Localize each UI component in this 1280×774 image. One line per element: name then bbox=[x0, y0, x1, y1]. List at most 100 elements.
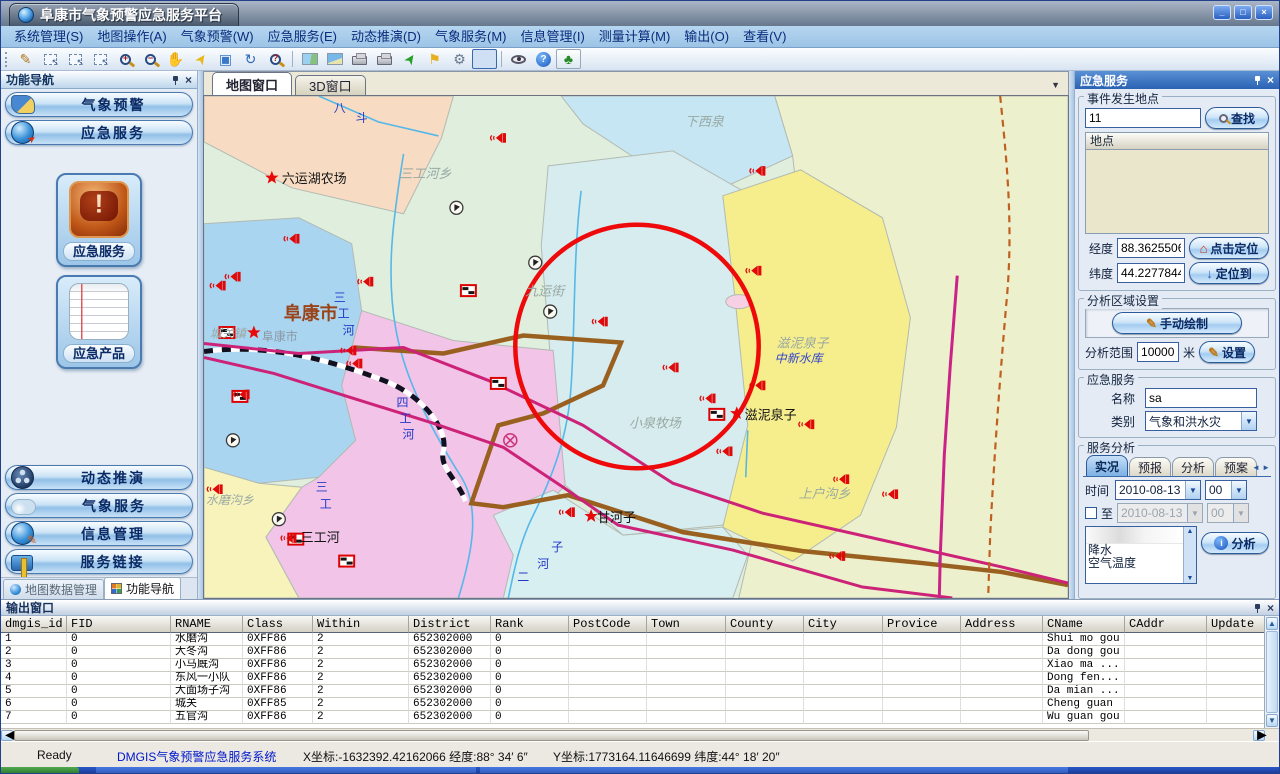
date-dropdown[interactable]: 2010-08-13▼ bbox=[1115, 480, 1201, 500]
toolbar-grip[interactable] bbox=[5, 52, 9, 67]
column-header[interactable]: PostCode bbox=[569, 616, 647, 633]
column-header[interactable]: Rank bbox=[491, 616, 569, 633]
search-button[interactable]: 查找 bbox=[1205, 107, 1269, 129]
column-header[interactable]: Within bbox=[313, 616, 409, 633]
column-header[interactable]: CAddr bbox=[1125, 616, 1207, 633]
horizontal-scrollbar[interactable]: ◄ ► bbox=[1, 728, 1279, 741]
menu-item-1[interactable]: 地图操作(A) bbox=[90, 26, 173, 48]
menu-item-0[interactable]: 系统管理(S) bbox=[7, 26, 90, 48]
menu-item-4[interactable]: 动态推演(D) bbox=[344, 26, 428, 48]
select-rectangle-icon[interactable] bbox=[63, 49, 88, 69]
map-export-icon[interactable] bbox=[322, 49, 347, 69]
north-arrow-icon[interactable]: ➤ bbox=[397, 49, 422, 69]
end-date-dropdown[interactable]: 2010-08-13▼ bbox=[1117, 503, 1203, 523]
restore-button[interactable]: □ bbox=[1234, 5, 1252, 20]
locate-to-button[interactable]: ↓定位到 bbox=[1189, 262, 1269, 284]
column-header[interactable]: Update bbox=[1207, 616, 1265, 633]
panel-tab-1[interactable]: 功能导航 bbox=[104, 577, 181, 599]
manual-draw-button[interactable]: ✎手动绘制 bbox=[1112, 312, 1242, 334]
nav-ws[interactable]: 气象服务 bbox=[5, 493, 193, 518]
close-icon[interactable]: × bbox=[185, 75, 192, 85]
identify-icon[interactable]: ? bbox=[263, 49, 288, 69]
pointer-icon[interactable]: ➤ bbox=[188, 49, 213, 69]
menu-item-7[interactable]: 测量计算(M) bbox=[592, 26, 678, 48]
table-row[interactable]: 30小马厩沟0XFF8626523020000Xiao ma ... bbox=[1, 659, 1264, 672]
menu-item-2[interactable]: 气象预警(W) bbox=[174, 26, 261, 48]
full-extent-icon[interactable]: ▣ bbox=[213, 49, 238, 69]
longitude-input[interactable] bbox=[1117, 238, 1185, 258]
zoom-out-icon[interactable]: − bbox=[138, 49, 163, 69]
latitude-input[interactable] bbox=[1117, 263, 1185, 283]
nav-dd[interactable]: 动态推演 bbox=[5, 465, 193, 490]
image-layers-icon[interactable] bbox=[297, 49, 322, 69]
chevron-down-icon[interactable]: ▼ bbox=[1185, 481, 1200, 499]
click-locate-button[interactable]: ⌂点击定位 bbox=[1189, 237, 1269, 259]
analyze-button[interactable]: i分析 bbox=[1201, 532, 1269, 554]
analysis-range-input[interactable] bbox=[1137, 342, 1179, 362]
column-header[interactable]: CName bbox=[1043, 616, 1125, 633]
measure-icon[interactable]: ✎ bbox=[13, 49, 38, 69]
location-keyword-input[interactable] bbox=[1085, 108, 1201, 128]
nav-ww[interactable]: 气象预警 bbox=[5, 92, 193, 117]
map-tab-0[interactable]: 地图窗口 bbox=[212, 72, 292, 95]
close-icon[interactable]: × bbox=[1267, 603, 1274, 613]
table-row[interactable]: 20大冬沟0XFF8626523020000Da dong gou bbox=[1, 646, 1264, 659]
nav-sl[interactable]: 服务链接 bbox=[5, 549, 193, 574]
close-button[interactable]: × bbox=[1255, 5, 1273, 20]
big-button-alert[interactable]: 应急服务 bbox=[56, 173, 142, 267]
big-button-product[interactable]: 应急产品 bbox=[56, 275, 142, 369]
analysis-tab-0[interactable]: 实况 bbox=[1086, 455, 1128, 476]
pin-icon[interactable] bbox=[1253, 603, 1263, 613]
map-tab-1[interactable]: 3D窗口 bbox=[295, 75, 366, 95]
set-range-button[interactable]: ✎设置 bbox=[1199, 341, 1255, 363]
table-row[interactable]: 50大面场子沟0XFF8626523020000Da mian ... bbox=[1, 685, 1264, 698]
chevron-down-icon[interactable]: ▼ bbox=[1241, 412, 1256, 430]
table-row[interactable]: 10水磨沟0XFF8626523020000Shui mo gou bbox=[1, 633, 1264, 646]
column-header[interactable]: Provice bbox=[883, 616, 961, 633]
menu-item-8[interactable]: 输出(O) bbox=[677, 26, 736, 48]
to-date-checkbox[interactable] bbox=[1085, 507, 1097, 519]
analysis-tab-3[interactable]: 预案 bbox=[1215, 457, 1257, 476]
select-freehand-icon[interactable] bbox=[38, 49, 63, 69]
table-row[interactable]: 40东风一小队0XFF8626523020000Dong fen... bbox=[1, 672, 1264, 685]
menu-item-3[interactable]: 应急服务(E) bbox=[261, 26, 344, 48]
help-icon[interactable]: ? bbox=[531, 49, 556, 69]
column-header[interactable]: Town bbox=[647, 616, 726, 633]
pan-icon[interactable]: ✋ bbox=[163, 49, 188, 69]
visibility-eye-icon[interactable] bbox=[506, 49, 531, 69]
analysis-tab-2[interactable]: 分析 bbox=[1172, 457, 1214, 476]
column-header[interactable]: dmgis_id bbox=[1, 616, 67, 633]
element-listbox[interactable]: 降水空气温度 ▲▼ bbox=[1085, 526, 1197, 584]
column-header[interactable]: RNAME bbox=[171, 616, 243, 633]
column-header[interactable]: Address bbox=[961, 616, 1043, 633]
column-header[interactable]: FID bbox=[67, 616, 171, 633]
print-setup-icon[interactable] bbox=[372, 49, 397, 69]
menu-item-9[interactable]: 查看(V) bbox=[736, 26, 793, 48]
globe-tool-icon[interactable] bbox=[472, 49, 497, 69]
service-type-dropdown[interactable]: 气象和洪水灾 ▼ bbox=[1145, 411, 1257, 431]
end-hour-dropdown[interactable]: 00▼ bbox=[1207, 503, 1249, 523]
table-row[interactable]: 70五官沟0XFF8626523020000Wu guan gou bbox=[1, 711, 1264, 724]
menu-item-6[interactable]: 信息管理(I) bbox=[514, 26, 592, 48]
vertical-scrollbar[interactable]: ▲ ▼ bbox=[1265, 616, 1279, 728]
nav-es[interactable]: 应急服务 bbox=[5, 120, 193, 145]
close-icon[interactable]: × bbox=[1267, 75, 1274, 85]
settings-gear-icon[interactable]: ⚙ bbox=[447, 49, 472, 69]
table-row[interactable]: 60城关0XFF8526523020000Cheng guan bbox=[1, 698, 1264, 711]
zoom-in-icon[interactable]: + bbox=[113, 49, 138, 69]
pin-icon[interactable] bbox=[171, 75, 181, 85]
menu-item-5[interactable]: 气象服务(M) bbox=[428, 26, 514, 48]
tab-list-dropdown-icon[interactable]: ▼ bbox=[1051, 80, 1060, 90]
print-icon[interactable] bbox=[347, 49, 372, 69]
pin-icon[interactable] bbox=[1253, 75, 1263, 85]
select-circle-icon[interactable] bbox=[88, 49, 113, 69]
map-canvas[interactable]: 八斗六运湖农场三工河乡下西泉九运街阜康市城关镇阜康市三工河滋泥泉子中新水库滋泥泉… bbox=[203, 95, 1069, 599]
analysis-tab-1[interactable]: 预报 bbox=[1129, 457, 1171, 476]
column-header[interactable]: District bbox=[409, 616, 491, 633]
minimize-button[interactable]: _ bbox=[1213, 5, 1231, 20]
column-header[interactable]: Class bbox=[243, 616, 313, 633]
tab-scroll-arrows[interactable]: ◄ ► bbox=[1252, 463, 1270, 472]
service-name-input[interactable] bbox=[1145, 388, 1257, 408]
listbox-scrollbar[interactable]: ▲▼ bbox=[1183, 527, 1196, 583]
column-header[interactable]: County bbox=[726, 616, 804, 633]
